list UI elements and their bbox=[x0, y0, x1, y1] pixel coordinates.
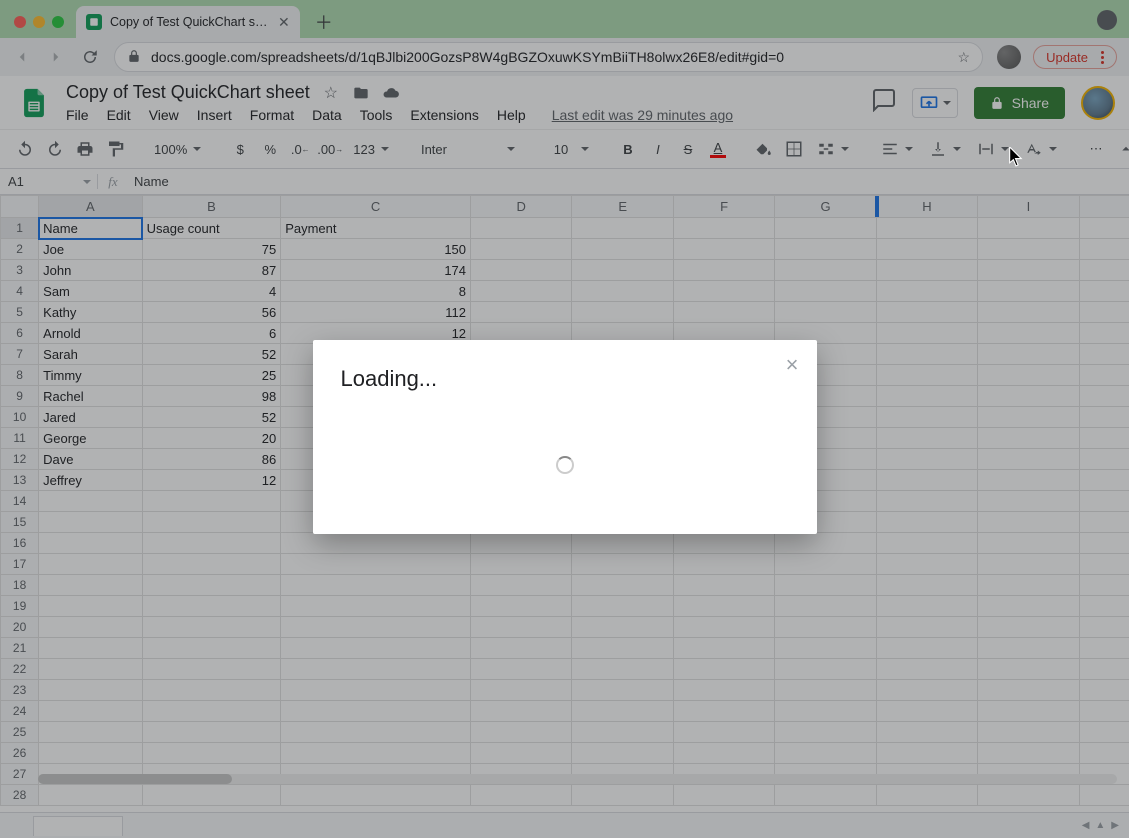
dialog-title: Loading... bbox=[341, 366, 789, 392]
dialog-close-button[interactable]: × bbox=[786, 354, 799, 376]
modal-overlay: Loading... × bbox=[0, 0, 1129, 838]
spinner-icon bbox=[556, 456, 574, 474]
loading-dialog: Loading... × bbox=[313, 340, 817, 534]
